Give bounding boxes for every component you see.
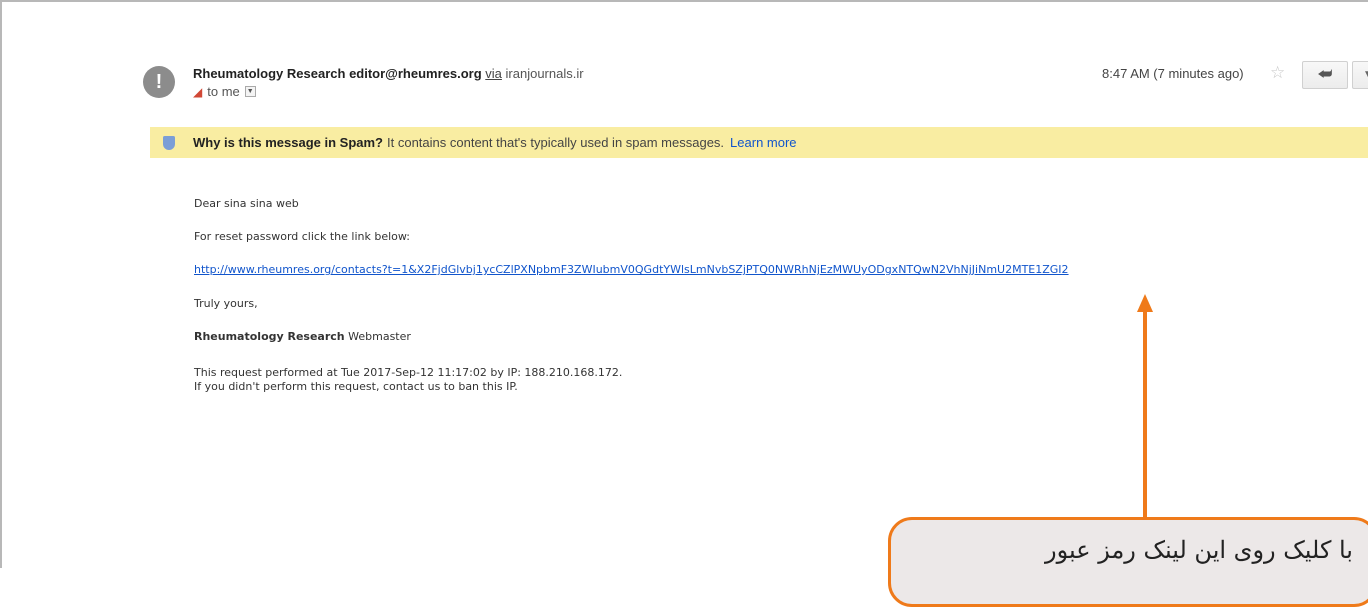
via-link[interactable]: via (485, 66, 502, 81)
details-dropdown-icon[interactable]: ▼ (244, 86, 256, 97)
spam-reason: It contains content that's typically use… (387, 135, 725, 150)
sender-name[interactable]: Rheumatology Research (193, 66, 345, 81)
signature-role: Webmaster (348, 330, 411, 343)
spam-warning-banner: Why is this message in Spam? It contains… (150, 127, 1368, 158)
sender-line: Rheumatology Research editor@rheumres.or… (193, 66, 584, 81)
recipient-label: to me (207, 84, 240, 99)
closing: Truly yours, (194, 297, 258, 310)
greeting: Dear sina sina web (194, 197, 299, 210)
via-domain: iranjournals.ir (505, 66, 584, 81)
sender-email[interactable]: editor@rheumres.org (349, 66, 482, 81)
sender-avatar-warning-icon: ! (143, 66, 175, 98)
received-time: 8:47 AM (7 minutes ago) (1102, 66, 1244, 81)
reply-button[interactable]: ⮨ (1302, 61, 1348, 89)
shield-icon (163, 135, 175, 150)
signature: Rheumatology Research Webmaster (194, 330, 411, 343)
reply-arrow-icon: ⮨ (1317, 66, 1333, 83)
annotation-arrow (1143, 310, 1147, 520)
learn-more-link[interactable]: Learn more (730, 135, 796, 150)
signature-org: Rheumatology Research (194, 330, 345, 343)
star-icon[interactable]: ☆ (1270, 63, 1285, 83)
annotation-callout: با کلیک روی این لینک رمز عبور (888, 517, 1368, 607)
request-info: This request performed at Tue 2017-Sep-1… (194, 366, 623, 379)
instruction: For reset password click the link below: (194, 230, 410, 243)
importance-marker-icon[interactable]: ◢ (193, 85, 202, 99)
spam-question: Why is this message in Spam? (193, 135, 383, 150)
ban-info: If you didn't perform this request, cont… (194, 380, 518, 393)
recipient-line: ◢ to me ▼ (193, 84, 256, 99)
more-options-button[interactable]: ▼ (1352, 61, 1368, 89)
reset-password-link[interactable]: http://www.rheumres.org/contacts?t=1&X2F… (194, 263, 1069, 276)
